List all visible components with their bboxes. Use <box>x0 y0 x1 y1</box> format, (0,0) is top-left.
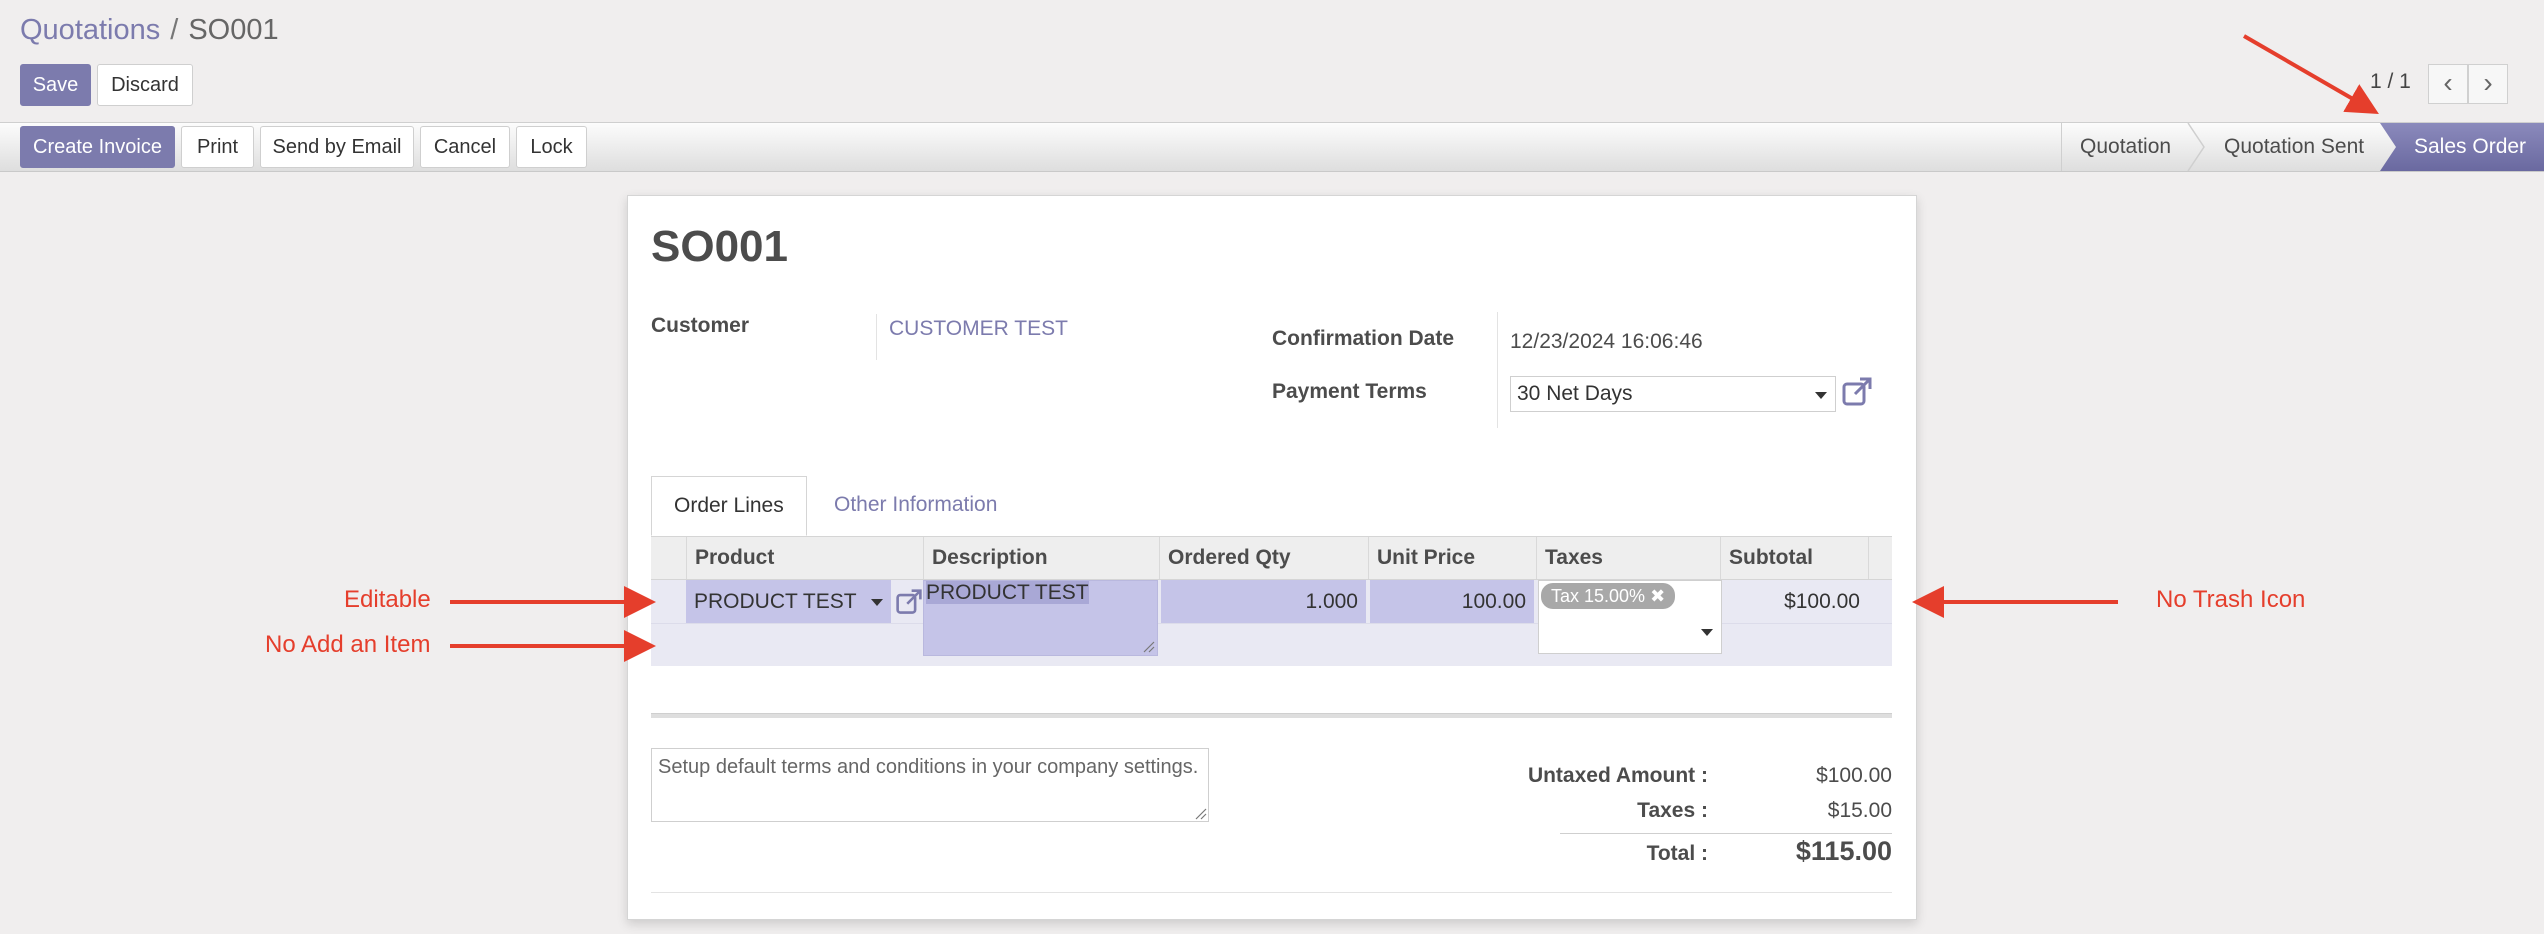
annotation-arrows <box>450 34 2379 662</box>
arrow-sales-order <box>2242 34 2379 115</box>
